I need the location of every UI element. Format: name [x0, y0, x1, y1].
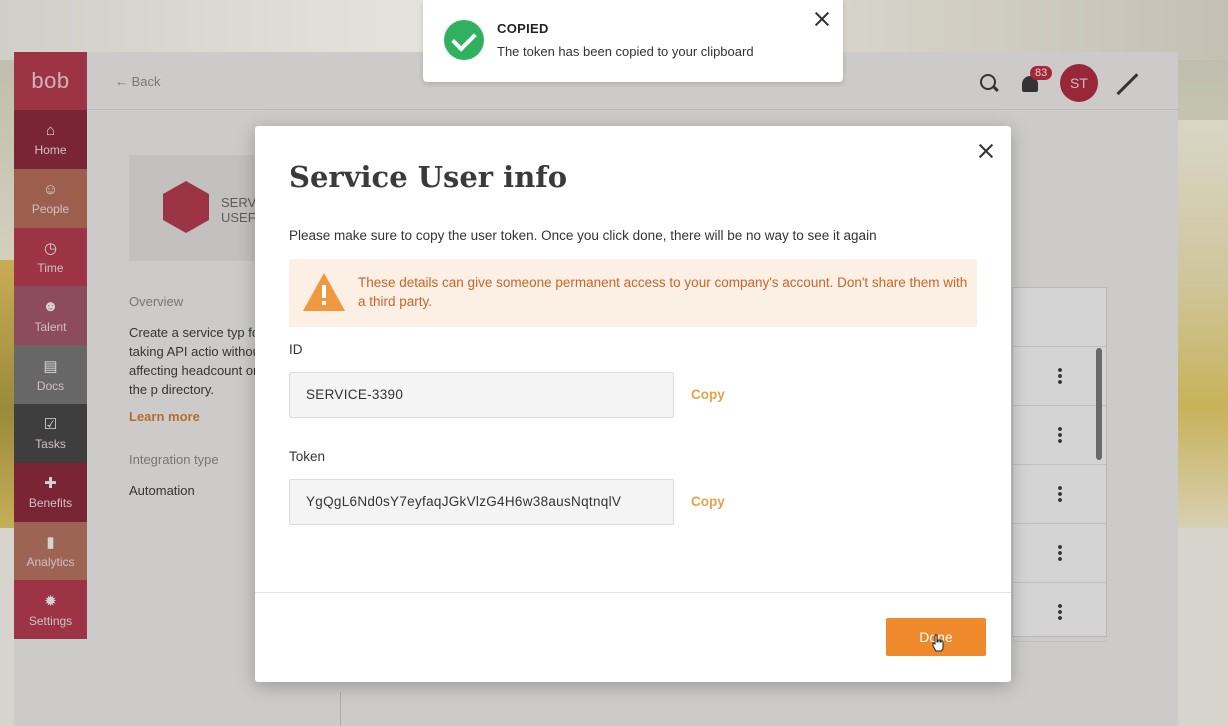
card-title: SERV USEF — [221, 195, 256, 225]
sidebar-item-label: People — [31, 202, 70, 217]
sidebar-item-people[interactable]: ☺ People — [14, 168, 87, 228]
card-title-line2: USEF — [221, 210, 256, 225]
sidebar-item-label: Settings — [28, 613, 73, 628]
sidebar-item-analytics[interactable]: ▮ Analytics — [14, 521, 87, 581]
toast-title: COPIED — [497, 21, 549, 36]
sidebar-item-benefits[interactable]: ✚ Benefits — [14, 462, 87, 522]
overview-section: Overview Create a service typ for taking… — [129, 292, 269, 500]
notification-badge: 83 — [1030, 66, 1053, 80]
robot-icon — [163, 181, 209, 233]
id-field[interactable]: SERVICE-3390 — [289, 372, 674, 418]
sidebar-item-tasks[interactable]: ☑ Tasks — [14, 403, 87, 463]
list-header — [1013, 288, 1106, 347]
copy-id-button[interactable]: Copy — [691, 387, 725, 402]
document-icon: ▤ — [43, 357, 58, 375]
expand-icon[interactable] — [1116, 72, 1138, 94]
copied-toast: COPIED The token has been copied to your… — [423, 0, 843, 82]
more-options-icon[interactable] — [1057, 485, 1062, 503]
card-title-line1: SERV — [221, 195, 257, 210]
search-icon[interactable] — [978, 72, 1000, 94]
sidebar-item-label: Home — [34, 143, 67, 158]
more-options-icon[interactable] — [1057, 426, 1062, 444]
tasks-icon: ☑ — [43, 416, 58, 434]
warning-icon-dot — [322, 301, 326, 305]
sidebar-item-home[interactable]: ⌂ Home — [14, 110, 87, 169]
background-field-left — [0, 260, 14, 560]
gear-icon: ✹ — [44, 592, 57, 610]
dialog-divider — [255, 592, 1011, 593]
topbar-actions: 83 ST — [978, 64, 1138, 102]
scrollbar[interactable] — [1096, 348, 1102, 460]
sidebar-item-label: Tasks — [35, 437, 66, 452]
close-icon[interactable] — [977, 142, 995, 160]
hand-cursor-icon — [932, 634, 944, 652]
list-item — [1013, 406, 1106, 465]
learn-more-link[interactable]: Learn more — [129, 407, 269, 426]
sidebar-item-label: Docs — [36, 378, 65, 393]
list-item — [1013, 583, 1106, 642]
integration-type-value: Automation — [129, 483, 195, 498]
warning-banner: These details can give someone permanent… — [289, 259, 977, 327]
list-item — [1013, 465, 1106, 524]
bottom-panel — [340, 692, 1178, 726]
list-item — [1013, 524, 1106, 583]
talent-icon: ☻ — [42, 298, 59, 316]
notifications-button[interactable]: 83 — [1018, 66, 1053, 96]
service-user-card: SERV USEF — [129, 155, 269, 261]
more-options-icon[interactable] — [1057, 544, 1062, 562]
sidebar-item-label: Benefits — [28, 496, 73, 511]
sidebar-nav: ⌂ Home ☺ People ◷ Time ☻ Talent ▤ Docs ☑ Tasks ✚ Bene… — [14, 110, 87, 640]
sidebar-item-time[interactable]: ◷ Time — [14, 227, 87, 287]
token-label: Token — [289, 449, 326, 464]
avatar[interactable]: ST — [1060, 64, 1098, 102]
overview-text: Create a service typ for taking API acti… — [129, 325, 264, 397]
copy-token-button[interactable]: Copy — [691, 494, 725, 509]
warning-text: These details can give someone permanent… — [358, 275, 968, 309]
service-user-info-dialog: Service User info Please make sure to co… — [255, 126, 1011, 682]
check-circle-icon — [444, 20, 484, 60]
sidebar-item-label: Talent — [34, 319, 67, 334]
bob-logo[interactable]: bob — [14, 52, 87, 110]
more-options-icon[interactable] — [1057, 367, 1062, 385]
integration-type-label: Integration type — [129, 452, 219, 467]
token-field[interactable]: YgQgL6Nd0sY7eyfaqJGkVlzG4H6w38ausNqtnqlV — [289, 479, 674, 525]
background-field-right — [1178, 120, 1228, 530]
back-link[interactable]: ← Back — [115, 74, 161, 89]
sidebar-item-label: Analytics — [26, 554, 75, 569]
id-label: ID — [289, 342, 303, 357]
dialog-intro: Please make sure to copy the user token.… — [289, 228, 877, 243]
toast-message: The token has been copied to your clipbo… — [497, 44, 754, 59]
sidebar: bob ⌂ Home ☺ People ◷ Time ☻ Talent ▤ Docs ☑ Tasks ✚… — [14, 52, 87, 640]
home-icon: ⌂ — [45, 121, 56, 139]
more-options-icon[interactable] — [1057, 603, 1062, 621]
sidebar-item-label: Time — [37, 260, 64, 275]
dialog-title: Service User info — [289, 160, 568, 194]
sidebar-item-docs[interactable]: ▤ Docs — [14, 345, 87, 404]
list-item — [1013, 347, 1106, 406]
chart-icon: ▮ — [46, 533, 55, 551]
users-list-panel — [1012, 287, 1107, 642]
overview-label: Overview — [129, 294, 184, 309]
people-icon: ☺ — [42, 180, 59, 198]
sidebar-item-talent[interactable]: ☻ Talent — [14, 286, 87, 346]
sidebar-item-settings[interactable]: ✹ Settings — [14, 580, 87, 640]
gift-icon: ✚ — [44, 475, 57, 493]
close-icon[interactable] — [813, 10, 831, 28]
clock-icon: ◷ — [43, 239, 58, 257]
warning-icon-mark — [322, 285, 326, 298]
